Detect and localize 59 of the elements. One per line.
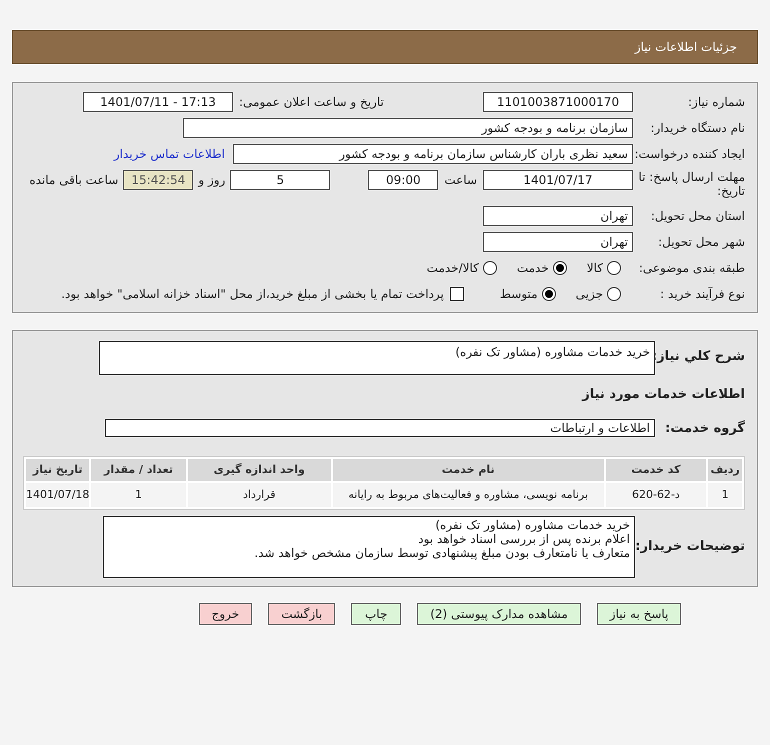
field-label: تاریخ و ساعت اعلان عمومی: (238, 94, 385, 111)
table-cell: 1 (708, 483, 742, 507)
field-label: نام دستگاه خریدار: (650, 120, 745, 137)
summary-field: خرید خدمات مشاوره (مشاور تک نفره) (99, 341, 655, 375)
deadline-date-field: 1401/07/17 (483, 170, 633, 190)
requester-field: سعید نظری باران کارشناس سازمان برنامه و بودجه کشور (233, 144, 633, 164)
buyer-notes-field: خرید خدمات مشاوره (مشاور تک نفره) اعلام برنده پس از بررسی اسناد خواهد بود متعارف یا نامتعارف بودن مبلغ پیشنهادی توسط سازمان مشخص خواهد شد. (103, 516, 635, 578)
field-label: روز و (198, 172, 226, 189)
table-cell: 1401/07/18 (26, 483, 90, 507)
column-header: ردیف (708, 459, 742, 481)
field-label: شماره نیاز: (687, 94, 745, 111)
column-header: تاریخ نیاز (26, 459, 90, 481)
section-title: اطلاعات خدمات مورد نیاز (580, 386, 745, 404)
field-label: گروه خدمت: (664, 419, 745, 438)
column-header: واحد اندازه گیری (188, 459, 331, 481)
action-button[interactable]: خروج (198, 603, 252, 625)
radio-button[interactable] (552, 261, 567, 275)
deadline-time-field: 09:00 (368, 170, 438, 190)
radio-button[interactable] (542, 287, 556, 301)
city-field: تهران (483, 232, 633, 252)
page-header: جزئیات اطلاعات نیاز (12, 30, 758, 64)
field-label: کالا (586, 260, 603, 277)
action-button[interactable]: پاسخ به نیاز (596, 603, 682, 625)
field-label: استان محل تحویل: (650, 208, 745, 225)
field-label: کالا/خدمت (426, 260, 479, 277)
field-label: پرداخت تمام یا بخشی از مبلغ خرید،از محل "اسناد خزانه اسلامی" خواهد بود. (61, 286, 444, 303)
service-group-field: اطلاعات و ارتباطات (105, 419, 655, 438)
field-label: شهر محل تحویل: (657, 234, 745, 251)
field-label: متوسط (500, 286, 538, 303)
province-field: تهران (483, 206, 633, 226)
payment-checkbox[interactable] (450, 287, 464, 301)
field-label: ایجاد کننده درخواست: (633, 146, 745, 163)
action-button[interactable]: مشاهده مدارک پیوستی (2) (417, 603, 581, 625)
table-cell: د-62-620 (606, 483, 706, 507)
radio-button[interactable] (607, 287, 621, 301)
buyer-contact-link[interactable]: اطلاعات تماس خریدار (114, 145, 225, 163)
column-header: تعداد / مقدار (91, 459, 186, 481)
column-header: کد خدمت (606, 459, 706, 481)
field-label: توضیحات خریدار: (635, 538, 745, 556)
field-label: ساعت (444, 172, 477, 189)
buyer-org-field: سازمان برنامه و بودجه کشور (183, 118, 633, 138)
field-label: ساعت باقی مانده (29, 172, 118, 189)
radio-button[interactable] (482, 261, 497, 275)
days-field: 5 (230, 170, 330, 190)
action-button[interactable]: چاپ (351, 603, 402, 625)
field-label: نوع فرآیند خرید : (659, 286, 745, 303)
announce-date-field: 1401/07/11 - 17:13 (83, 92, 233, 112)
need-number-field: 1101003871000170 (483, 92, 633, 112)
table-cell: 1 (91, 483, 186, 507)
column-header: نام خدمت (332, 459, 604, 481)
field-label: خدمت (516, 260, 549, 277)
field-label: مهلت ارسال پاسخ: تا تاریخ: (637, 170, 745, 198)
radio-button[interactable] (607, 261, 621, 275)
table-cell: برنامه نویسی، مشاوره و فعالیت‌های مربوط به رایانه (332, 483, 604, 507)
table-cell: قرارداد (188, 483, 331, 507)
field-label: طبقه بندی موضوعی: (638, 260, 745, 277)
remaining-time-field: 15:42:54 (123, 170, 194, 190)
action-button[interactable]: بازگشت (268, 603, 336, 625)
field-label: جزیی (576, 286, 603, 303)
